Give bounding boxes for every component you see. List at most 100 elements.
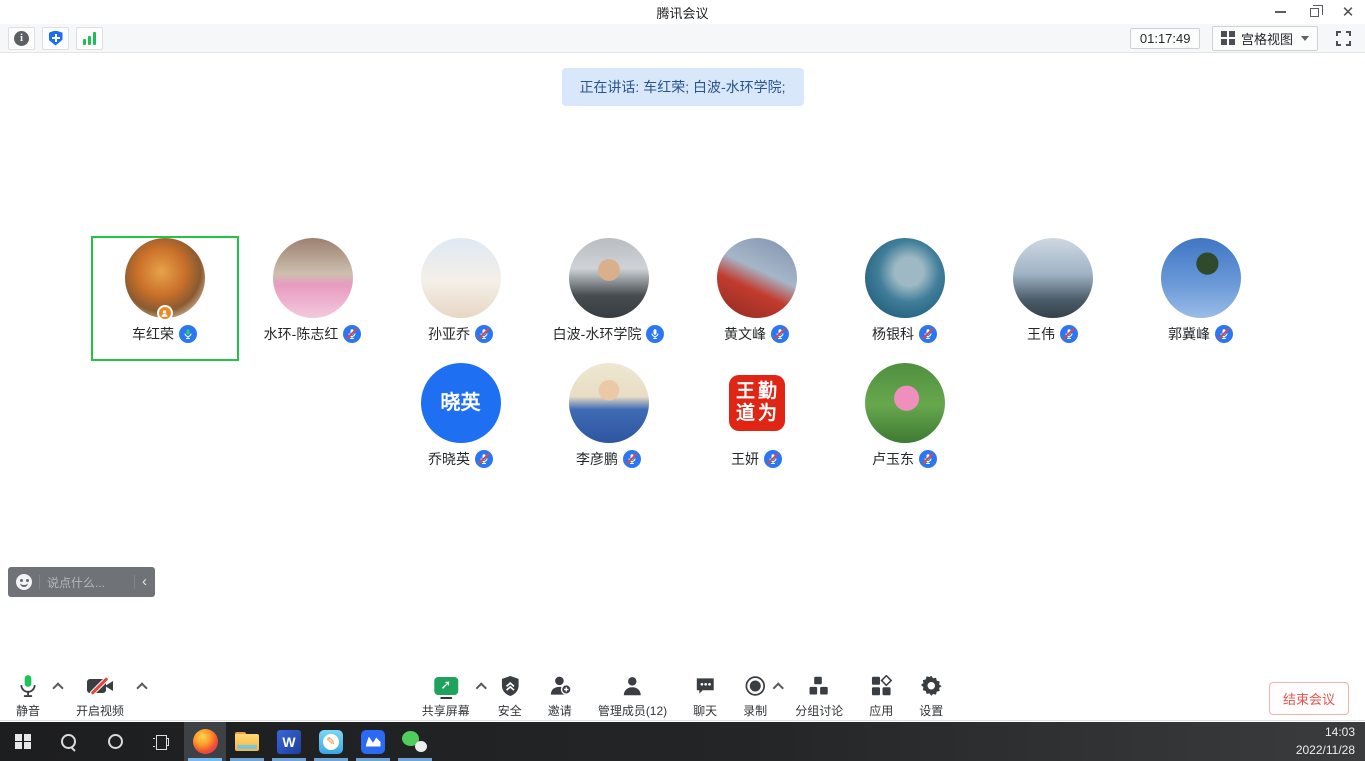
quick-chat-bar[interactable]: 说点什么... ‹: [8, 567, 155, 597]
cortana-icon: [108, 734, 123, 749]
mute-label: 静音: [16, 702, 40, 719]
apps-button[interactable]: 应用: [869, 674, 893, 719]
view-mode-label: 宫格视图: [1241, 29, 1293, 48]
participant-tile[interactable]: 水环-陈志红: [239, 236, 387, 361]
chat-button[interactable]: 聊天: [693, 674, 717, 719]
bottom-toolbar: 静音 开启视频 ➚ 共享屏幕 安全 邀请: [0, 672, 1365, 721]
avatar: 晓英: [421, 363, 501, 443]
mic-status-icon: [475, 450, 493, 468]
window-title: 腾讯会议: [0, 3, 1365, 22]
mic-status-icon: [919, 325, 937, 343]
share-screen-icon: ➚: [434, 674, 458, 698]
avatar: [569, 363, 649, 443]
manage-members-button[interactable]: 管理成员(12): [598, 674, 667, 719]
security-button[interactable]: 安全: [498, 674, 522, 719]
close-icon: ✕: [1342, 5, 1355, 20]
windows-logo-icon: [15, 734, 31, 750]
video-label: 开启视频: [76, 702, 124, 719]
record-icon: [744, 674, 766, 698]
shield-plus-icon: [49, 31, 63, 46]
participant-name: 王伟: [1027, 324, 1055, 344]
camera-off-icon: [87, 674, 113, 698]
grid-view-icon: [1221, 31, 1235, 45]
participant-tile[interactable]: 杨银科: [831, 236, 979, 361]
start-button[interactable]: [0, 722, 46, 761]
avatar: [1161, 238, 1241, 318]
mic-status-icon: [179, 325, 197, 343]
participant-tile[interactable]: 卢玉东: [831, 361, 979, 486]
person-add-icon: [548, 674, 572, 698]
task-view-button[interactable]: [138, 722, 184, 761]
network-signal-icon: [83, 32, 96, 45]
participant-name: 乔晓英: [428, 449, 470, 469]
breakout-squares-icon: [808, 674, 830, 698]
task-view-icon: [153, 735, 169, 749]
network-status-button[interactable]: [76, 27, 103, 50]
emoji-icon[interactable]: [16, 574, 32, 590]
grid-row-1: 车红荣 水环-陈志红 孙亚乔 白波-水环学院: [91, 236, 1275, 361]
minimize-button[interactable]: [1263, 0, 1297, 24]
participant-name: 黄文峰: [724, 324, 766, 344]
taskbar-clock[interactable]: 14:03 2022/11/28: [1296, 722, 1365, 761]
close-button[interactable]: ✕: [1331, 0, 1365, 24]
clock-date: 2022/11/28: [1296, 742, 1355, 759]
taskbar-search-button[interactable]: [46, 722, 92, 761]
avatar: [865, 363, 945, 443]
search-icon: [61, 734, 77, 750]
windows-taskbar: W ✎ 14:03 2022/11/28: [0, 722, 1365, 761]
restore-icon: [1310, 8, 1319, 17]
share-screen-button[interactable]: ➚ 共享屏幕: [422, 674, 470, 719]
chat-bubble-icon: [694, 674, 716, 698]
invite-button[interactable]: 邀请: [548, 674, 572, 719]
mic-status-icon: [919, 450, 937, 468]
mic-status-icon: [1060, 325, 1078, 343]
record-button[interactable]: 录制: [743, 674, 767, 719]
host-badge-icon: [157, 305, 173, 321]
word-icon: W: [277, 730, 301, 754]
mic-status-icon: [343, 325, 361, 343]
video-options-chevron-icon[interactable]: [136, 682, 147, 693]
taskbar-app-tencent-meeting[interactable]: [352, 722, 394, 761]
avatar: [273, 238, 353, 318]
mic-status-icon: [771, 325, 789, 343]
participant-tile[interactable]: 郭冀峰: [1127, 236, 1275, 361]
fullscreen-button[interactable]: [1336, 31, 1351, 46]
record-options-chevron-icon[interactable]: [773, 682, 784, 693]
mic-status-icon: [764, 450, 782, 468]
taskbar-app-firefox[interactable]: [184, 722, 226, 761]
mute-button[interactable]: 静音: [16, 674, 40, 719]
participant-tile[interactable]: 黄文峰: [683, 236, 831, 361]
share-options-chevron-icon[interactable]: [475, 682, 486, 693]
settings-label: 设置: [919, 702, 943, 719]
taskbar-app-screen-capture[interactable]: ✎: [310, 722, 352, 761]
firefox-icon: [193, 729, 218, 754]
breakout-rooms-button[interactable]: 分组讨论: [795, 674, 843, 719]
participant-tile[interactable]: 车红荣: [91, 236, 239, 361]
participant-name: 杨银科: [872, 324, 914, 344]
participant-tile[interactable]: 孙亚乔: [387, 236, 535, 361]
mic-options-chevron-icon[interactable]: [52, 682, 63, 693]
meeting-info-button[interactable]: i: [8, 27, 35, 50]
chat-input-placeholder[interactable]: 说点什么...: [47, 574, 127, 591]
person-icon: [621, 674, 643, 698]
health-code-button[interactable]: [42, 27, 69, 50]
participant-tile[interactable]: 白波-水环学院: [535, 236, 683, 361]
start-video-button[interactable]: 开启视频: [76, 674, 124, 719]
settings-button[interactable]: 设置: [919, 674, 943, 719]
view-mode-switch[interactable]: 宫格视图: [1212, 26, 1318, 51]
participant-tile[interactable]: 王勤 道为 王妍: [683, 361, 831, 486]
taskbar-app-file-explorer[interactable]: [226, 722, 268, 761]
participant-tile[interactable]: 晓英 乔晓英: [387, 361, 535, 486]
apps-grid-icon: [870, 674, 892, 698]
chevron-left-icon[interactable]: ‹: [142, 574, 147, 591]
participant-tile[interactable]: 李彦鹏: [535, 361, 683, 486]
taskbar-app-word[interactable]: W: [268, 722, 310, 761]
taskbar-app-wechat[interactable]: [394, 722, 436, 761]
end-meeting-button[interactable]: 结束会议: [1269, 682, 1349, 715]
avatar: [717, 238, 797, 318]
cortana-button[interactable]: [92, 722, 138, 761]
restore-button[interactable]: [1297, 0, 1331, 24]
participant-tile[interactable]: 王伟: [979, 236, 1127, 361]
wechat-icon: [402, 730, 428, 754]
invite-label: 邀请: [548, 702, 572, 719]
